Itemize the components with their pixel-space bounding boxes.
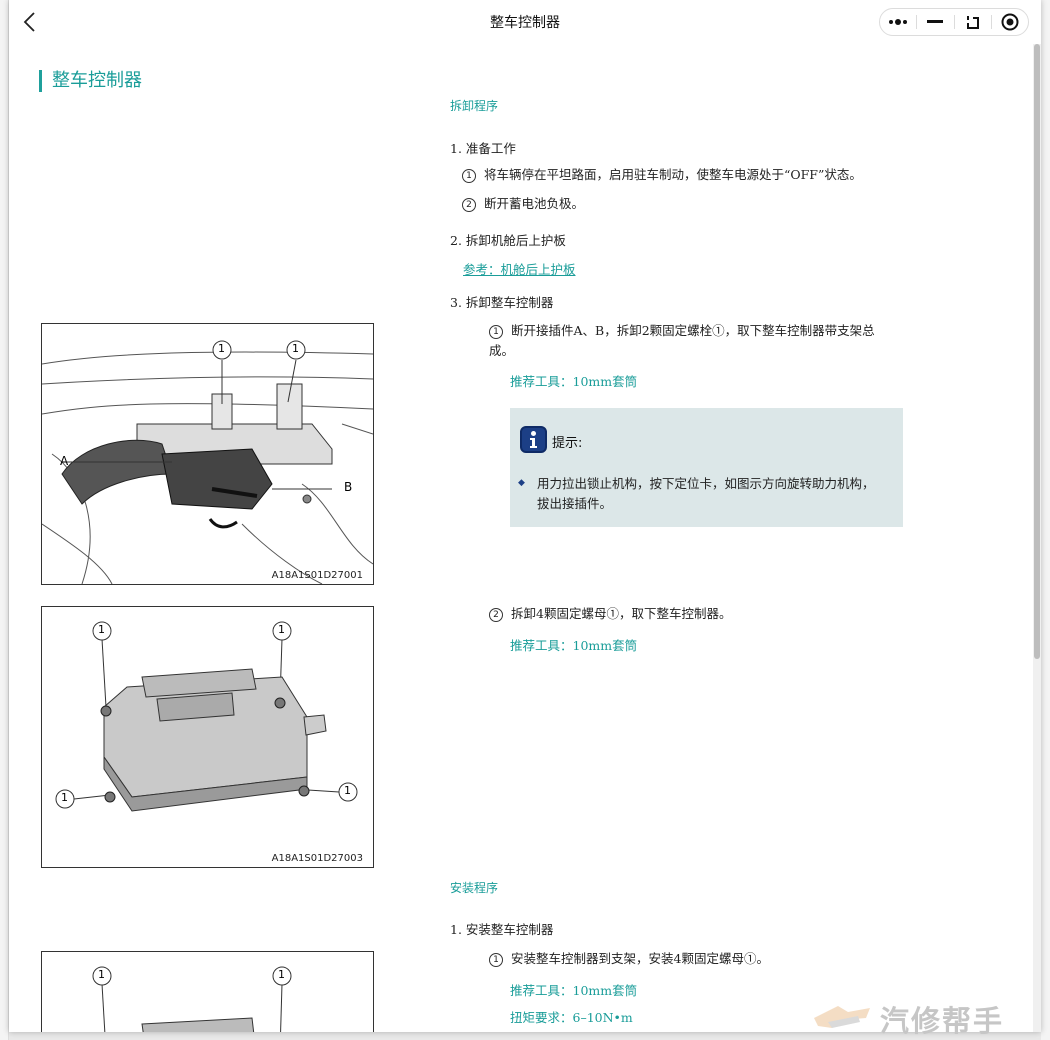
substep-text: 安装整车控制器到支架，安装4颗固定螺母①。 (511, 951, 769, 966)
controller-illustration (55, 621, 358, 812)
recommended-tool: 推荐工具：10mm套筒 (510, 374, 638, 389)
scrollbar-thumb[interactable] (1034, 44, 1040, 659)
minimize-icon (927, 20, 944, 23)
vertical-scrollbar[interactable] (1033, 44, 1041, 1032)
section-title-install: 安装程序 (450, 881, 499, 895)
circled-number: 1 (462, 169, 476, 183)
substep: 1 将车辆停在平坦路面，启用驻车制动，使整车电源处于“OFF”状态。 (462, 165, 862, 185)
hint-box: 提示: ◆ 用力拉出锁止机构，按下定位卡，如图示方向旋转助力机构，拔出接插件。 (510, 408, 903, 527)
article-window: 整车控制器 整车控制器 拆卸程序 1. 准备工作 1 将车辆停在平坦路面，启用驻车… (9, 0, 1041, 1032)
wrench-logo-icon (814, 1006, 870, 1028)
watermark-text: 汽修帮手 (880, 1004, 1005, 1038)
substep-text: 断开接插件A、B，拆卸2颗固定螺栓①，取下整车控制器带支架总成。 (489, 323, 875, 358)
figure-connector-removal: 1 1 A B A18A1S01D27001 (41, 323, 374, 585)
minimize-button[interactable] (917, 9, 953, 35)
step-remove-controller: 3. 拆卸整车控制器 (450, 295, 554, 310)
circled-number: 1 (489, 325, 503, 339)
page-title: 整车控制器 (39, 70, 142, 92)
substep: 2 断开蓄电池负极。 (462, 194, 584, 214)
substep: 2 拆卸4颗固定螺母①，取下整车控制器。 (489, 604, 731, 624)
restore-icon (966, 16, 979, 29)
substep: 1 安装整车控制器到支架，安装4颗固定螺母①。 (489, 949, 769, 969)
step-remove-panel: 2. 拆卸机舱后上护板 (450, 233, 566, 248)
substep-text: 拆卸4颗固定螺母①，取下整车控制器。 (511, 606, 732, 621)
step-prepare: 1. 准备工作 (450, 141, 516, 156)
callout-1: 1 (292, 342, 299, 355)
diamond-bullet-icon: ◆ (518, 478, 525, 488)
substep: 1 断开接插件A、B，拆卸2颗固定螺栓①，取下整车控制器带支架总成。 (489, 321, 899, 361)
recommended-tool: 推荐工具：10mm套筒 (510, 983, 638, 998)
substep-text: 将车辆停在平坦路面，启用驻车制动，使整车电源处于“OFF”状态。 (484, 167, 862, 182)
more-button[interactable] (880, 9, 916, 35)
step-install-controller: 1. 安装整车控制器 (450, 922, 554, 937)
right-background-window (1041, 0, 1050, 1040)
hint-title: 提示: (552, 436, 583, 451)
callout-1: 1 (344, 784, 351, 797)
reference-link[interactable]: 参考：机舱后上护板 (463, 259, 576, 278)
figure-code: A18A1S01D27003 (271, 853, 363, 864)
torque-spec: 扭矩要求：6–10N•m (510, 1010, 633, 1025)
window-controls-capsule (879, 8, 1029, 36)
callout-1: 1 (278, 623, 285, 636)
callout-b: B (344, 480, 353, 494)
restore-button[interactable] (955, 9, 991, 35)
substep-text: 断开蓄电池负极。 (484, 196, 585, 211)
controller-illustration (92, 966, 292, 1032)
callout-1: 1 (98, 623, 105, 636)
figure-controller-removal: 1 1 1 1 A18A1S01D27003 (41, 606, 374, 868)
circled-number: 1 (489, 953, 503, 967)
figure-controller-install: 1 1 (41, 951, 374, 1032)
callout-1: 1 (98, 968, 105, 981)
figure-code: A18A1S01D27001 (271, 570, 363, 581)
more-icon (889, 19, 908, 25)
callout-1: 1 (278, 968, 285, 981)
info-icon (520, 426, 547, 453)
close-button[interactable] (992, 9, 1028, 35)
callout-1: 1 (218, 342, 225, 355)
circled-number: 2 (489, 608, 503, 622)
close-target-icon (1001, 13, 1019, 31)
section-title-removal: 拆卸程序 (450, 99, 499, 113)
watermark-logo: 汽修帮手 (808, 996, 1048, 1038)
circled-number: 2 (462, 198, 476, 212)
left-background-window (0, 0, 9, 1040)
engine-bay-illustration (42, 340, 373, 584)
callout-a: A (60, 454, 69, 468)
hint-text: 用力拉出锁止机构，按下定位卡，如图示方向旋转助力机构，拔出接插件。 (537, 476, 875, 511)
recommended-tool: 推荐工具：10mm套筒 (510, 638, 638, 653)
title-bar: 整车控制器 (9, 0, 1041, 44)
callout-1: 1 (61, 791, 68, 804)
